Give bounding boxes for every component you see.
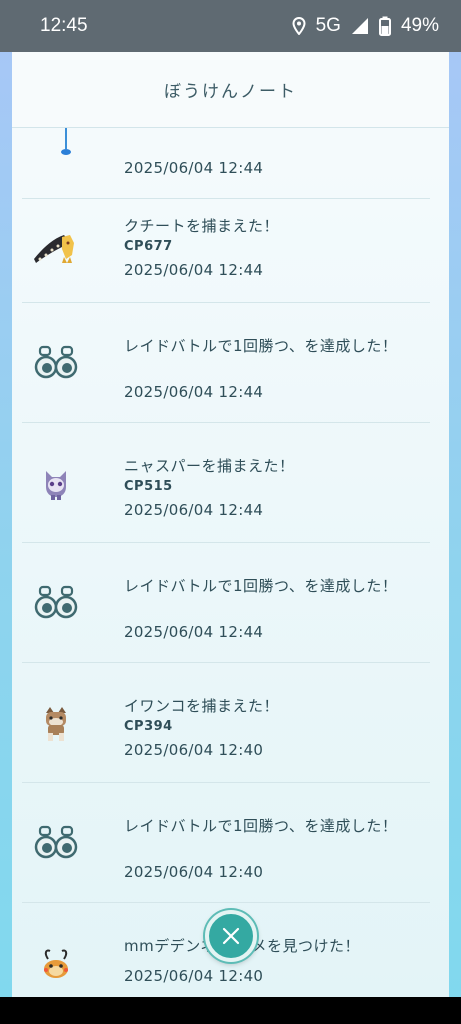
- entry-time: 2025/06/04 12:44: [124, 159, 264, 177]
- entry-title: レイドバトルで1回勝つ、を達成した！: [124, 817, 398, 835]
- mawile-icon: [26, 213, 86, 273]
- entry-title: レイドバトルで1回勝つ、を達成した！: [124, 337, 398, 355]
- entry-time: 2025/06/04 12:44: [124, 383, 264, 401]
- location-icon: [292, 17, 306, 35]
- entry-cp: CP515: [124, 479, 173, 494]
- journal-entry[interactable]: レイドバトルで1回勝つ、を達成した！ 2025/06/04 12:44: [22, 543, 430, 663]
- binoculars-icon: [26, 573, 86, 633]
- binoculars-icon: [26, 333, 86, 393]
- signal-icon: [351, 18, 368, 34]
- entry-time: 2025/06/04 12:44: [124, 623, 264, 641]
- battery-level: 49%: [400, 15, 439, 36]
- journal-entry[interactable]: ニャスパーを捕まえた！ CP515 2025/06/04 12:44: [22, 423, 430, 543]
- entry-title: クチートを捕まえた！: [124, 217, 280, 235]
- system-nav-bar: [0, 997, 461, 1024]
- network-label: 5G: [315, 15, 341, 36]
- entry-time: 2025/06/04 12:40: [124, 741, 264, 759]
- status-time: 12:45: [40, 15, 88, 36]
- battery-icon: [378, 16, 391, 36]
- entry-time: 2025/06/04 12:44: [124, 261, 264, 279]
- entry-title: レイドバトルで1回勝つ、を達成した！: [124, 577, 398, 595]
- entry-title: イワンコを捕まえた！: [124, 697, 280, 715]
- close-icon: [222, 927, 240, 945]
- entry-title: ニャスパーを捕まえた！: [124, 457, 295, 475]
- espurr-icon: [26, 453, 86, 513]
- entry-time: 2025/06/04 12:40: [124, 967, 264, 985]
- journal-header: ぼうけんノート: [12, 52, 449, 128]
- close-button[interactable]: [205, 910, 257, 962]
- page-title: ぼうけんノート: [164, 82, 297, 102]
- journal-panel: ぼうけんノート 2025/06/04 12:44 クチートを捕まえた！ CP67…: [12, 52, 449, 997]
- binoculars-icon: [26, 813, 86, 873]
- entry-cp: CP677: [124, 239, 173, 254]
- journal-list[interactable]: 2025/06/04 12:44 クチートを捕まえた！ CP677 2025/0…: [12, 128, 449, 997]
- entry-cp: CP394: [124, 719, 173, 734]
- status-icons: 5G 49%: [292, 15, 439, 37]
- journal-entry[interactable]: イワンコを捕まえた！ CP394 2025/06/04 12:40: [22, 663, 430, 783]
- rockruff-icon: [26, 693, 86, 753]
- entry-time: 2025/06/04 12:44: [124, 501, 264, 519]
- status-bar: 12:45 5G 49%: [0, 0, 461, 52]
- journal-entry[interactable]: レイドバトルで1回勝つ、を達成した！ 2025/06/04 12:40: [22, 783, 430, 903]
- dedenne-icon: [26, 933, 86, 993]
- entry-time: 2025/06/04 12:40: [124, 863, 264, 881]
- journal-entry[interactable]: レイドバトルで1回勝つ、を達成した！ 2025/06/04 12:44: [22, 303, 430, 423]
- journal-entry[interactable]: クチートを捕まえた！ CP677 2025/06/04 12:44: [22, 183, 430, 303]
- partial-entry-icon: [26, 128, 86, 169]
